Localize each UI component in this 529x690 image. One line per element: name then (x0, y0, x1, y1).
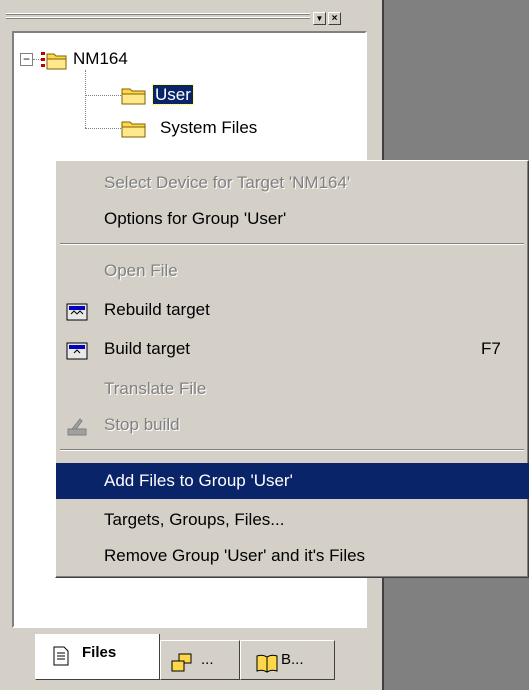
menu-item-build-target[interactable]: Build target F7 (56, 331, 529, 367)
close-icon: × (331, 13, 338, 24)
menu-item-open-file: Open File (104, 261, 178, 280)
books-icon (256, 650, 278, 673)
menu-item-select-device: Select Device for Target 'NM164' (104, 173, 351, 192)
chevron-down-icon: ▼ (315, 14, 324, 23)
tree-item-user[interactable]: User (152, 84, 194, 105)
regs-icon (171, 650, 192, 672)
tab-files[interactable]: Files (35, 634, 160, 680)
files-icon (51, 643, 71, 666)
tab-books[interactable]: B... (240, 640, 335, 680)
rebuild-icon (66, 299, 88, 321)
tree-item-system-files[interactable]: System Files (160, 117, 257, 139)
menu-item-stop-build: Stop build (56, 407, 529, 443)
panel-minimize-button[interactable]: ▼ (313, 12, 326, 25)
target-folder-icon (41, 50, 67, 70)
stop-build-icon (66, 414, 88, 436)
menu-item-add-files-to-group[interactable]: Add Files to Group 'User' (56, 463, 529, 499)
tree-root-label[interactable]: NM164 (73, 48, 128, 70)
menu-separator (60, 243, 524, 245)
tab-regs[interactable]: ... (160, 640, 240, 680)
menu-item-options-for-group[interactable]: Options for Group 'User' (56, 201, 529, 237)
context-menu: Select Device for Target 'NM164' Options… (55, 160, 529, 578)
menu-item-remove-group[interactable]: Remove Group 'User' and it's Files (56, 538, 529, 574)
tree-collapse-toggle[interactable]: − (20, 53, 33, 66)
menu-item-translate-file: Translate File (104, 379, 207, 398)
panel-close-button[interactable]: × (328, 12, 341, 25)
menu-separator (60, 449, 524, 451)
panel-grip[interactable] (6, 12, 310, 26)
folder-icon (121, 118, 147, 138)
menu-item-targets-groups-files[interactable]: Targets, Groups, Files... (56, 502, 529, 538)
folder-icon (121, 85, 147, 105)
build-icon (66, 338, 88, 360)
menu-item-rebuild-target[interactable]: Rebuild target (56, 292, 529, 328)
